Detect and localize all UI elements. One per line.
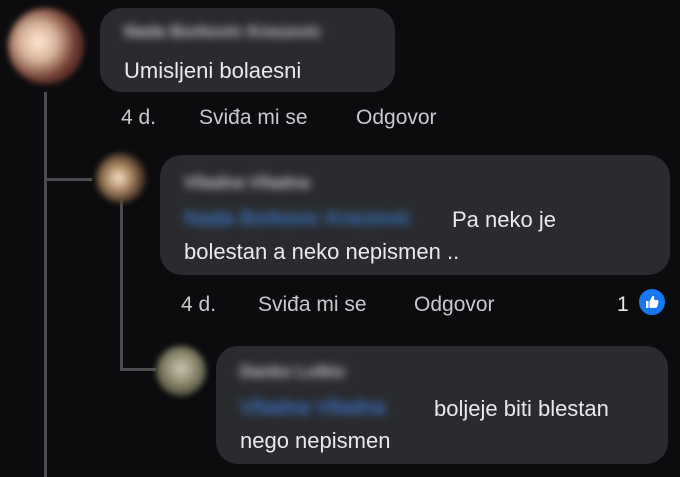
thread-line-reply (120, 200, 123, 370)
reply-button[interactable]: Odgovor (414, 293, 495, 317)
comment-timestamp[interactable]: 4 d. (181, 293, 216, 317)
comment-author[interactable]: Nada Borkovic Knezevic (124, 22, 321, 42)
mention-link[interactable]: Vlladna Vlladna (240, 396, 386, 420)
thumbs-up-icon (646, 295, 659, 308)
like-button[interactable]: Sviđa mi se (199, 106, 308, 130)
comment-text: Pa neko je (452, 207, 556, 232)
like-reaction-icon[interactable] (637, 287, 667, 317)
reply-button[interactable]: Odgovor (356, 106, 437, 130)
comment-bubble: Danko Lolkic Vlladna Vlladna boljeje bit… (216, 346, 668, 464)
thread-line-main (44, 92, 47, 477)
comment-text: boljeje biti blestan (434, 396, 609, 421)
comment-text: bolestan a neko nepismen .. (184, 239, 460, 264)
comment-author[interactable]: Vlladna Vlladna (184, 173, 310, 193)
avatar[interactable] (96, 153, 146, 203)
comment-timestamp[interactable]: 4 d. (121, 106, 156, 130)
comment-bubble: Vlladna Vlladna Nada Borkovic Knezevic P… (160, 155, 670, 275)
mention-link[interactable]: Nada Borkovic Knezevic (184, 207, 412, 231)
comment-bubble: Nada Borkovic Knezevic Umisljeni bolaesn… (100, 8, 395, 92)
comment-text: Umisljeni bolaesni (124, 58, 302, 83)
thread-branch-reply-1 (44, 178, 92, 181)
comment-author[interactable]: Danko Lolkic (240, 362, 346, 382)
comment-text: nego nepismen (240, 428, 391, 453)
reaction-count[interactable]: 1 (617, 293, 629, 317)
thread-branch-reply-2 (120, 368, 156, 371)
avatar[interactable] (156, 346, 206, 396)
avatar[interactable] (8, 8, 84, 84)
like-button[interactable]: Sviđa mi se (258, 293, 367, 317)
